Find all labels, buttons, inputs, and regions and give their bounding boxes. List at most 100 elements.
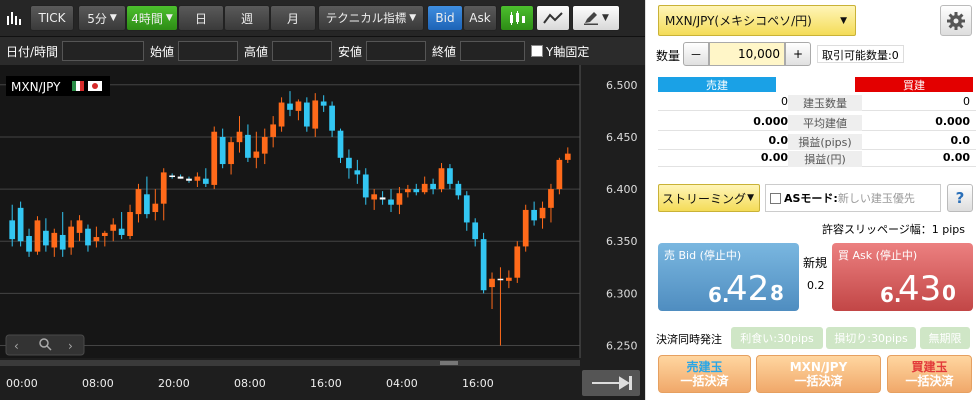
- buy-price-pip: 0: [942, 281, 956, 305]
- y-tick-label: 6.350: [606, 235, 638, 248]
- candle-body: [556, 159, 563, 190]
- settings-button[interactable]: [940, 5, 972, 36]
- candle-body: [539, 207, 546, 219]
- day-button[interactable]: 日: [178, 5, 224, 31]
- stop-loss-label: 損切り:30pips: [834, 332, 908, 345]
- chart-nav-controls[interactable]: ‹ ›: [5, 334, 85, 356]
- order-panel: MXN/JPY(メキシコペソ/円) ▼ 数量 － 10,000 + 取引可能数量…: [645, 0, 977, 400]
- ask-button[interactable]: Ask: [463, 5, 497, 31]
- tick-button[interactable]: TICK: [30, 5, 74, 31]
- qty-input[interactable]: 10,000: [709, 42, 785, 66]
- candle-body: [514, 246, 521, 278]
- buy-value: 0.00: [942, 151, 970, 164]
- candlestick-chart[interactable]: 6.500 6.450 6.400 6.350 6.300 6.250 00:00 08:0…: [0, 65, 645, 400]
- sell-header: 売建: [658, 77, 776, 92]
- candle-body: [346, 157, 352, 169]
- candle-body: [295, 101, 302, 111]
- tick-label: TICK: [38, 11, 66, 25]
- week-button[interactable]: 週: [224, 5, 270, 31]
- month-button[interactable]: 月: [270, 5, 316, 31]
- open-field: [178, 41, 238, 61]
- available-qty-label: 取引可能数量:: [822, 49, 892, 62]
- candle-body: [278, 102, 285, 127]
- chart-type-icon[interactable]: [6, 10, 24, 26]
- candle-body: [303, 102, 310, 127]
- candle-body: [404, 189, 411, 193]
- interval-label: 5分: [87, 11, 107, 26]
- buy-close-all-button[interactable]: 買建玉 一括決済: [887, 355, 972, 393]
- sell-close-line2: 一括決済: [680, 374, 729, 388]
- candle-body: [93, 237, 100, 242]
- sell-bid-panel[interactable]: 売 Bid (停止中) 6. 42 8: [658, 243, 799, 311]
- chart-scrollbar[interactable]: [0, 360, 580, 366]
- dropdown-arrow-icon: ▼: [840, 15, 847, 26]
- candle-body: [463, 195, 470, 223]
- candle-body: [548, 189, 554, 208]
- candle-body: [110, 224, 117, 231]
- open-label: 始値: [150, 45, 175, 59]
- table-row: 0.00 損益(円) 0.00: [658, 150, 976, 167]
- candle-body: [43, 230, 49, 246]
- settle-label: 決済同時発注: [656, 333, 722, 346]
- qty-plus-button[interactable]: +: [785, 42, 811, 66]
- symbol-close-line1: MXN/JPY: [789, 360, 848, 374]
- table-row: 0.000 平均建値 0.000: [658, 114, 976, 131]
- qty-plus-label: +: [792, 47, 804, 61]
- line-chart-button[interactable]: [536, 5, 570, 31]
- as-mode[interactable]: ASモード: 新しい建玉優先: [765, 184, 941, 212]
- interval-4h-select[interactable]: 4時間 ▼: [126, 5, 178, 31]
- candle-body: [371, 194, 378, 200]
- candle-body: [127, 212, 133, 237]
- as-mode-value: 新しい建玉優先: [837, 192, 915, 205]
- sell-close-all-button[interactable]: 売建玉 一括決済: [658, 355, 751, 393]
- scroll-right-icon[interactable]: ›: [68, 339, 73, 353]
- bid-button[interactable]: Bid: [427, 5, 463, 31]
- candle-body: [211, 131, 218, 185]
- candle-icon: [510, 11, 525, 25]
- sell-close-line1: 売建玉: [686, 360, 723, 374]
- buy-ask-panel[interactable]: 買 Ask (停止中) 6. 43 0: [832, 243, 973, 311]
- table-row: 0 建玉数量 0: [658, 94, 976, 111]
- stop-loss-button[interactable]: 損切り:30pips: [826, 327, 916, 349]
- candle-body: [17, 207, 24, 242]
- candle-body: [506, 277, 512, 281]
- streaming-select[interactable]: ストリーミング ▼: [658, 184, 760, 212]
- row-label: 損益(円): [788, 151, 862, 167]
- candle-body: [261, 136, 268, 154]
- take-profit-button[interactable]: 利食い:30pips: [731, 327, 823, 349]
- help-button[interactable]: ?: [947, 184, 973, 212]
- candle-body: [455, 183, 462, 196]
- technical-label: テクニカル指標: [325, 11, 407, 25]
- sell-price-main: 42: [726, 269, 770, 309]
- row-label: 平均建値: [788, 115, 862, 131]
- table-row: 0.0 損益(pips) 0.0: [658, 133, 976, 150]
- y-tick-label: 6.450: [606, 131, 638, 144]
- candle-body: [312, 100, 319, 129]
- symbol-close-all-button[interactable]: MXN/JPY 一括決済: [756, 355, 881, 393]
- no-limit-button[interactable]: 無期限: [920, 327, 970, 349]
- technical-indicator-select[interactable]: テクニカル指標 ▼: [318, 5, 424, 31]
- symbol-select[interactable]: MXN/JPY(メキシコペソ/円) ▼: [658, 5, 856, 36]
- qty-minus-button[interactable]: －: [683, 42, 709, 66]
- as-mode-checkbox[interactable]: [770, 192, 781, 204]
- candle-body: [101, 232, 108, 237]
- candle-body: [202, 178, 209, 184]
- draw-tool-button[interactable]: ▼: [572, 5, 620, 31]
- candle-chart-button[interactable]: [500, 5, 534, 31]
- y-tick-label: 6.300: [606, 287, 638, 300]
- candle-body: [287, 103, 293, 110]
- candle-body: [522, 209, 529, 247]
- chart-toolbar: TICK 5分 ▼ 4時間 ▼ 日 週 月 テクニカル指標 ▼ Bid Ask ▼: [0, 0, 645, 37]
- y-axis-fix-checkbox[interactable]: [531, 45, 543, 57]
- scroll-left-icon[interactable]: ‹: [14, 339, 19, 353]
- interval-5min-select[interactable]: 5分 ▼: [78, 5, 126, 31]
- dropdown-arrow-icon: ▼: [602, 13, 609, 23]
- available-qty: 取引可能数量:0: [817, 45, 904, 63]
- datetime-field: [62, 41, 144, 61]
- row-label: 建玉数量: [788, 95, 862, 111]
- buy-ask-label: 買 Ask (停止中): [838, 249, 918, 262]
- jump-to-latest-button[interactable]: [582, 370, 640, 396]
- candle: [480, 232, 487, 294]
- row-label: 損益(pips): [788, 134, 862, 150]
- scrollbar-thumb[interactable]: [440, 361, 458, 365]
